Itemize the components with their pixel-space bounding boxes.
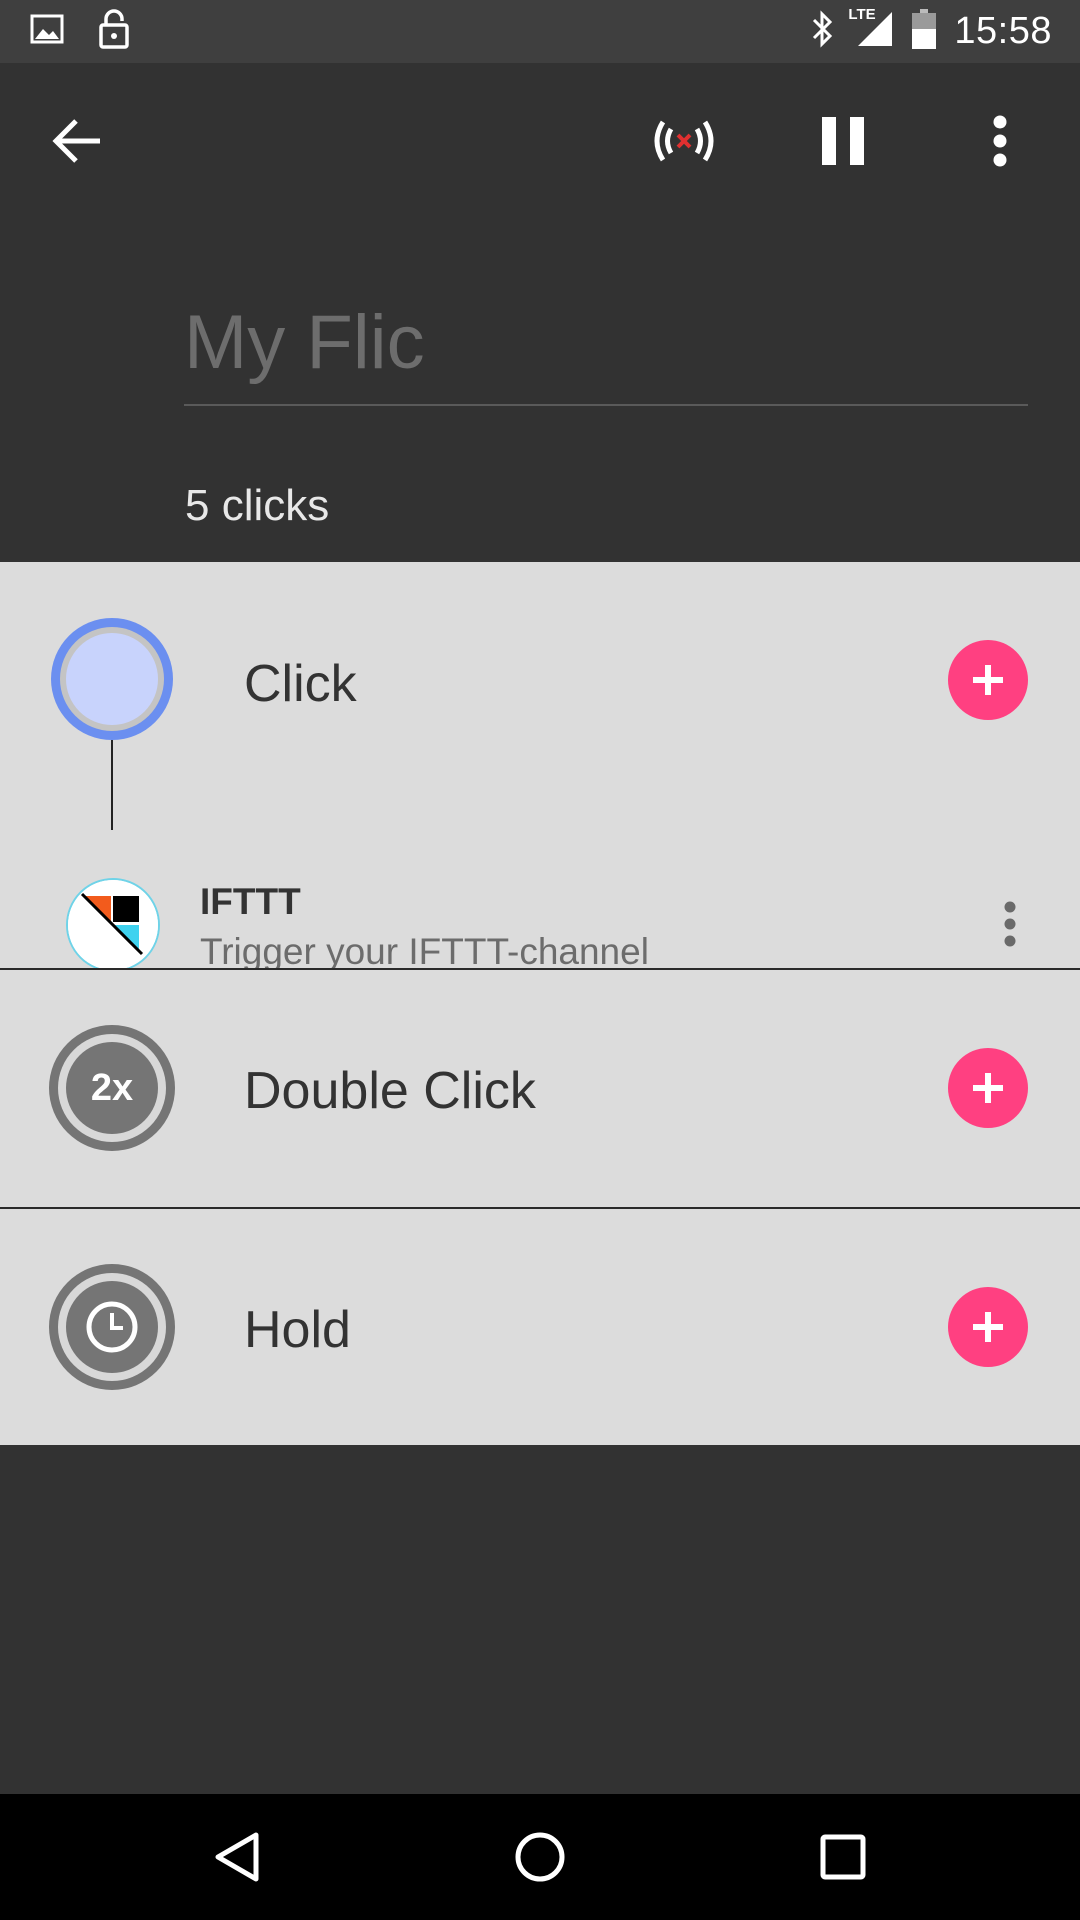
image-icon <box>30 14 64 49</box>
double-click-event-section: 2x Double Click <box>0 970 1080 1207</box>
nav-home-button[interactable] <box>495 1812 585 1902</box>
lock-icon <box>98 9 130 54</box>
pause-button[interactable] <box>795 93 891 189</box>
nav-back-button[interactable] <box>192 1812 282 1902</box>
click-event-section: Click IFTTT Trigger your IFTTT-channel <box>0 562 1080 972</box>
nav-back-icon <box>215 1832 259 1882</box>
add-double-click-action-button[interactable] <box>948 1048 1028 1128</box>
connection-error-icon <box>654 120 714 162</box>
network-type-label: LTE <box>848 6 876 23</box>
signal-icon: LTE <box>848 6 894 53</box>
clock: 15:58 <box>954 10 1052 52</box>
double-click-badge: 2x <box>90 1066 134 1109</box>
hold-event-label: Hold <box>244 1301 351 1359</box>
connection-status-button[interactable] <box>636 93 732 189</box>
ifttt-icon <box>66 878 160 972</box>
back-button[interactable] <box>30 93 126 189</box>
hold-event-section: Hold <box>0 1209 1080 1445</box>
hold-clock-icon <box>49 1264 175 1390</box>
bluetooth-icon <box>810 10 836 53</box>
double-click-event-row[interactable]: 2x Double Click <box>0 970 1080 1207</box>
button-header: My Flic 5 clicks <box>0 219 1080 562</box>
overflow-menu-icon <box>993 115 1007 167</box>
ifttt-action-row[interactable]: IFTTT Trigger your IFTTT-channel <box>0 799 1080 972</box>
click-count: 5 clicks <box>185 481 330 530</box>
plus-icon <box>973 1073 1003 1103</box>
nav-home-icon <box>515 1832 565 1882</box>
hold-event-row[interactable]: Hold <box>0 1209 1080 1446</box>
back-arrow-icon <box>52 119 100 163</box>
double-click-event-icon: 2x <box>46 1022 178 1154</box>
add-hold-action-button[interactable] <box>948 1287 1028 1367</box>
more-vert-icon <box>1004 901 1016 947</box>
button-name-field[interactable]: My Flic <box>184 299 1028 407</box>
action-subtitle: Trigger your IFTTT-channel <box>200 931 649 972</box>
plus-icon <box>973 1312 1003 1342</box>
pause-icon <box>822 117 864 165</box>
action-more-button[interactable] <box>980 879 1040 969</box>
battery-icon <box>912 9 937 54</box>
click-event-label: Click <box>244 655 357 713</box>
system-navigation-bar <box>0 1794 1080 1920</box>
app-bar <box>0 63 1080 219</box>
plus-icon <box>973 665 1003 695</box>
nav-recents-icon <box>820 1834 866 1880</box>
status-bar: LTE 15:58 <box>0 0 1080 63</box>
click-event-icon <box>51 618 173 740</box>
double-click-event-label: Double Click <box>244 1062 536 1120</box>
nav-recents-button[interactable] <box>798 1812 888 1902</box>
overflow-menu-button[interactable] <box>952 93 1048 189</box>
action-title: IFTTT <box>200 881 301 922</box>
add-click-action-button[interactable] <box>948 640 1028 720</box>
click-event-row[interactable]: Click <box>0 562 1080 799</box>
